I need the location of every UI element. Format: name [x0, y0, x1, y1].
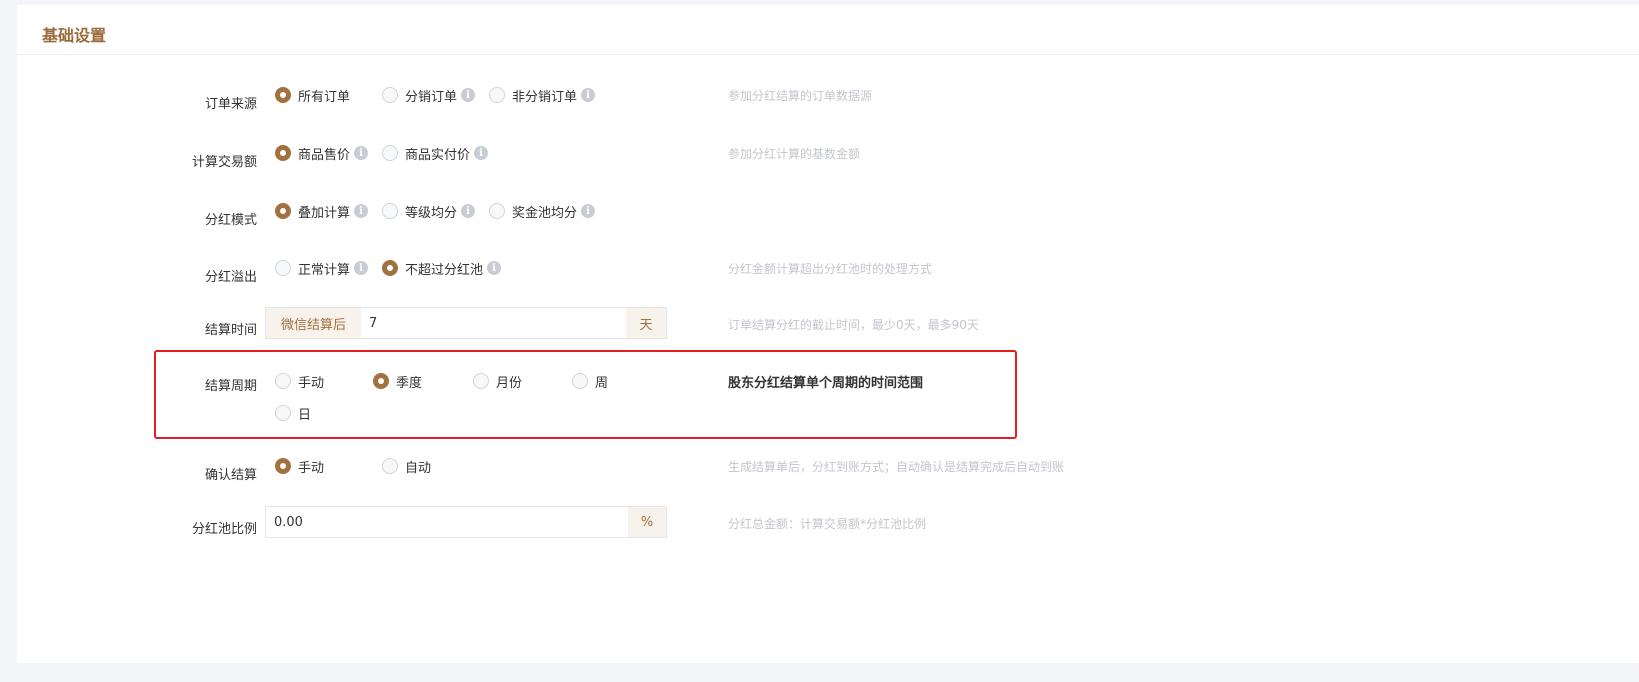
radio-cumulative[interactable]: 叠加计算 i — [275, 201, 369, 221]
radio-dot — [382, 458, 398, 474]
page-title: 基础设置 — [42, 26, 107, 45]
info-icon[interactable]: i — [487, 261, 502, 275]
highlight-box — [154, 350, 1017, 439]
dividend-mode-label: 分红模式 — [204, 213, 257, 228]
info-icon[interactable]: i — [474, 146, 489, 160]
radio-confirm-manual[interactable]: 手动 — [275, 456, 324, 476]
radio-dot — [382, 87, 398, 103]
settle-time-input-group: 微信结算后 天 — [265, 307, 667, 339]
radio-dot — [275, 145, 291, 161]
pool-ratio-input-group: % — [265, 506, 667, 538]
info-icon[interactable]: i — [354, 204, 369, 218]
row-trade-amount: 计算交易额 商品售价 i 商品实付价 i 参加分红计算的基数金额 — [17, 143, 1639, 175]
info-icon[interactable]: i — [581, 88, 596, 102]
row-confirm: 确认结算 手动 自动 生成结算单后，分红到账方式；自动确认是结算完成后自动到账 — [17, 456, 1639, 488]
overflow-label: 分红溢出 — [204, 270, 257, 285]
radio-pool-split[interactable]: 奖金池均分 i — [489, 201, 596, 221]
radio-level-split[interactable]: 等级均分 i — [382, 201, 476, 221]
row-overflow: 分红溢出 正常计算 i 不超过分红池 i 分红金额计算超出分红池时的处理方式 — [17, 258, 1639, 290]
row-order-source: 订单来源 所有订单 分销订单 i 非分销订单 i 参加分红结算的订单数据源 — [17, 85, 1639, 117]
trade-amount-hint: 参加分红计算的基数金额 — [728, 147, 861, 161]
order-source-label: 订单来源 — [204, 97, 257, 112]
panel-header: 基础设置 — [17, 5, 1639, 55]
radio-dot — [275, 203, 291, 219]
radio-not-exceed-pool[interactable]: 不超过分红池 i — [382, 258, 502, 278]
info-icon[interactable]: i — [354, 261, 369, 275]
overflow-hint: 分红金额计算超出分红池时的处理方式 — [728, 262, 933, 276]
radio-all-orders[interactable]: 所有订单 — [275, 85, 350, 105]
radio-dot — [489, 87, 505, 103]
radio-normal-calc[interactable]: 正常计算 i — [275, 258, 369, 278]
pool-ratio-hint: 分红总金额：计算交易额*分红池比例 — [728, 517, 927, 531]
radio-dot — [382, 145, 398, 161]
settings-panel: 基础设置 订单来源 所有订单 分销订单 i 非分销订单 i 参加分红结算的订单数… — [17, 5, 1639, 663]
radio-sale-price[interactable]: 商品售价 i — [275, 143, 369, 163]
settle-time-suffix: 天 — [626, 308, 666, 338]
radio-dot — [275, 260, 291, 276]
radio-dot — [489, 203, 505, 219]
radio-paid-price[interactable]: 商品实付价 i — [382, 143, 489, 163]
trade-amount-label: 计算交易额 — [191, 155, 257, 170]
row-settle-time: 结算时间 微信结算后 天 订单结算分红的截止时间，最少0天，最多90天 — [17, 307, 1639, 339]
pool-ratio-input[interactable] — [266, 507, 628, 537]
radio-distribution-orders[interactable]: 分销订单 i — [382, 85, 476, 105]
info-icon[interactable]: i — [461, 204, 476, 218]
settle-time-hint: 订单结算分红的截止时间，最少0天，最多90天 — [728, 318, 979, 332]
confirm-hint: 生成结算单后，分红到账方式；自动确认是结算完成后自动到账 — [728, 460, 1065, 474]
settle-time-prefix: 微信结算后 — [266, 308, 361, 338]
info-icon[interactable]: i — [581, 204, 596, 218]
row-pool-ratio: 分红池比例 % 分红总金额：计算交易额*分红池比例 — [17, 506, 1639, 538]
radio-dot — [382, 203, 398, 219]
radio-confirm-auto[interactable]: 自动 — [382, 456, 431, 476]
pool-ratio-suffix: % — [628, 507, 666, 537]
row-dividend-mode: 分红模式 叠加计算 i 等级均分 i 奖金池均分 i — [17, 201, 1639, 233]
confirm-label: 确认结算 — [204, 468, 257, 483]
radio-dot — [275, 458, 291, 474]
radio-dot — [275, 87, 291, 103]
info-icon[interactable]: i — [461, 88, 476, 102]
radio-dot — [382, 260, 398, 276]
settle-time-input[interactable] — [361, 308, 626, 338]
settle-time-label: 结算时间 — [204, 323, 257, 338]
pool-ratio-label: 分红池比例 — [191, 522, 257, 537]
order-source-hint: 参加分红结算的订单数据源 — [728, 89, 873, 103]
info-icon[interactable]: i — [354, 146, 369, 160]
radio-non-distribution-orders[interactable]: 非分销订单 i — [489, 85, 596, 105]
